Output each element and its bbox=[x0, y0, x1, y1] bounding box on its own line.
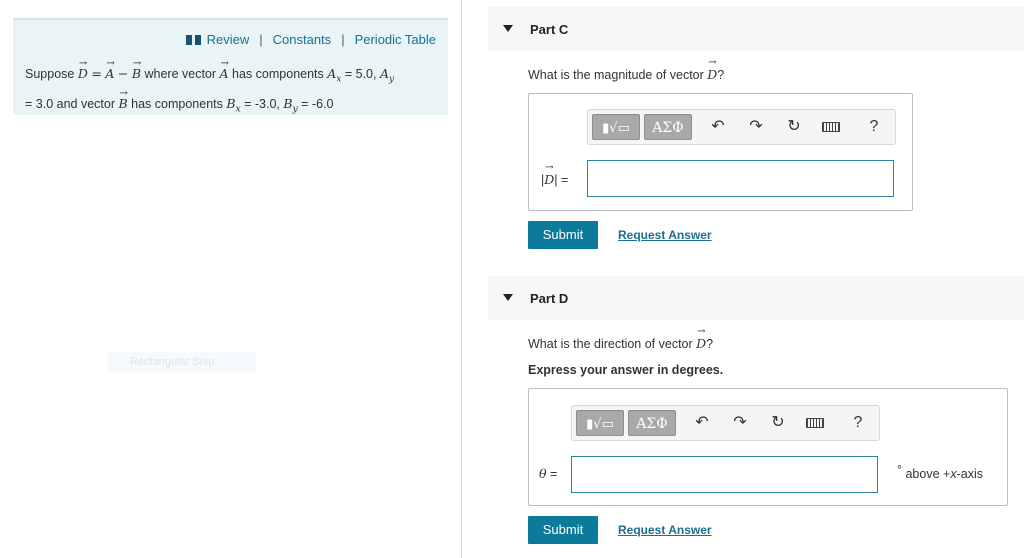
greek-symbols-button[interactable]: ΑΣΦ bbox=[644, 114, 692, 140]
keyboard-icon[interactable] bbox=[806, 418, 824, 428]
templates-button[interactable]: ▮√▭ bbox=[592, 114, 640, 140]
question-mark: ? bbox=[717, 68, 725, 82]
link-separator: | bbox=[341, 32, 345, 47]
minus-sign: − bbox=[117, 66, 129, 81]
question-mark: ? bbox=[706, 337, 714, 351]
greek-symbols-button[interactable]: ΑΣΦ bbox=[628, 410, 676, 436]
magnitude-label: |D| = bbox=[541, 162, 568, 187]
part-c-title: Part C bbox=[530, 22, 569, 37]
ax-symbol: Ax bbox=[327, 66, 342, 85]
vector-d: D bbox=[78, 52, 88, 85]
book-icon bbox=[185, 34, 201, 45]
redo-icon[interactable]: ↷ bbox=[746, 116, 766, 138]
ay-value: = 3.0 and vector bbox=[25, 96, 115, 111]
part-c-answer-box: ▮√▭ ΑΣΦ ↶ ↷ ↻ ? |D| = bbox=[528, 93, 913, 211]
problem-statement: Suppose D = A − B where vector A has com… bbox=[25, 52, 440, 121]
direction-input[interactable] bbox=[571, 456, 878, 493]
undo-icon[interactable]: ↶ bbox=[692, 412, 712, 434]
collapse-triangle-icon[interactable] bbox=[503, 294, 513, 301]
panel-divider bbox=[461, 0, 462, 558]
part-d-header[interactable]: Part D bbox=[488, 276, 1024, 320]
math-toolbar: ▮√▭ ΑΣΦ ↶ ↷ ↻ ? bbox=[587, 109, 896, 145]
help-icon[interactable]: ? bbox=[864, 116, 884, 138]
faded-snip-tool: Rectangular Snip bbox=[108, 352, 256, 372]
constants-link[interactable]: Constants bbox=[273, 32, 332, 47]
vector-d: D bbox=[696, 326, 706, 351]
unit-label: ° above +x-axis bbox=[897, 463, 983, 481]
equals-sign: = bbox=[91, 66, 102, 81]
collapse-triangle-icon[interactable] bbox=[503, 25, 513, 32]
vector-a: A bbox=[105, 52, 114, 85]
vector-d: D bbox=[707, 57, 717, 82]
question-text: What is the direction of vector bbox=[528, 337, 693, 351]
undo-icon[interactable]: ↶ bbox=[708, 116, 728, 138]
part-d-submit-button[interactable]: Submit bbox=[528, 516, 598, 544]
part-d-answer-box: ▮√▭ ΑΣΦ ↶ ↷ ↻ ? θ = ° above +x-axis bbox=[528, 388, 1008, 506]
by-value: = -6.0 bbox=[301, 96, 334, 111]
problem-info-box: Review | Constants | Periodic Table Supp… bbox=[13, 18, 448, 115]
theta-label: θ = bbox=[539, 466, 558, 481]
problem-text: has components bbox=[232, 67, 324, 81]
by-symbol: By bbox=[283, 95, 298, 115]
review-link[interactable]: Review bbox=[207, 32, 250, 47]
part-d-question: What is the direction of vector D? bbox=[528, 326, 714, 351]
part-c-question: What is the magnitude of vector D? bbox=[528, 57, 725, 82]
reset-icon[interactable]: ↻ bbox=[768, 412, 788, 434]
problem-text: Suppose bbox=[25, 67, 75, 81]
link-separator: | bbox=[259, 32, 263, 47]
vector-b: B bbox=[118, 82, 128, 115]
templates-button[interactable]: ▮√▭ bbox=[576, 410, 624, 436]
math-toolbar: ▮√▭ ΑΣΦ ↶ ↷ ↻ ? bbox=[571, 405, 880, 441]
periodic-table-link[interactable]: Periodic Table bbox=[355, 32, 436, 47]
ay-symbol: Ay bbox=[379, 66, 395, 85]
part-d-hint: Express your answer in degrees. bbox=[528, 363, 724, 377]
left-panel: Review | Constants | Periodic Table Supp… bbox=[0, 0, 461, 558]
problem-text: has components bbox=[131, 96, 223, 111]
part-c-submit-button[interactable]: Submit bbox=[528, 221, 598, 249]
bx-value: = -3.0, bbox=[244, 96, 280, 111]
reset-icon[interactable]: ↻ bbox=[784, 116, 804, 138]
help-icon[interactable]: ? bbox=[848, 412, 868, 434]
templates-icon: ▮√▭ bbox=[602, 121, 630, 136]
part-d-title: Part D bbox=[530, 291, 569, 306]
keyboard-icon[interactable] bbox=[822, 122, 840, 132]
bx-symbol: Bx bbox=[226, 95, 241, 115]
vector-a: A bbox=[220, 52, 229, 85]
ax-value: = 5.0, bbox=[344, 67, 377, 81]
question-text: What is the magnitude of vector bbox=[528, 68, 704, 82]
part-c-header[interactable]: Part C bbox=[488, 7, 1024, 51]
problem-text: where vector bbox=[144, 67, 217, 81]
vector-b: B bbox=[132, 52, 142, 85]
templates-icon: ▮√▭ bbox=[586, 417, 614, 432]
part-c-request-answer-link[interactable]: Request Answer bbox=[618, 228, 712, 242]
redo-icon[interactable]: ↷ bbox=[730, 412, 750, 434]
part-d-request-answer-link[interactable]: Request Answer bbox=[618, 523, 712, 537]
resource-links: Review | Constants | Periodic Table bbox=[185, 32, 436, 47]
magnitude-input[interactable] bbox=[587, 160, 894, 197]
